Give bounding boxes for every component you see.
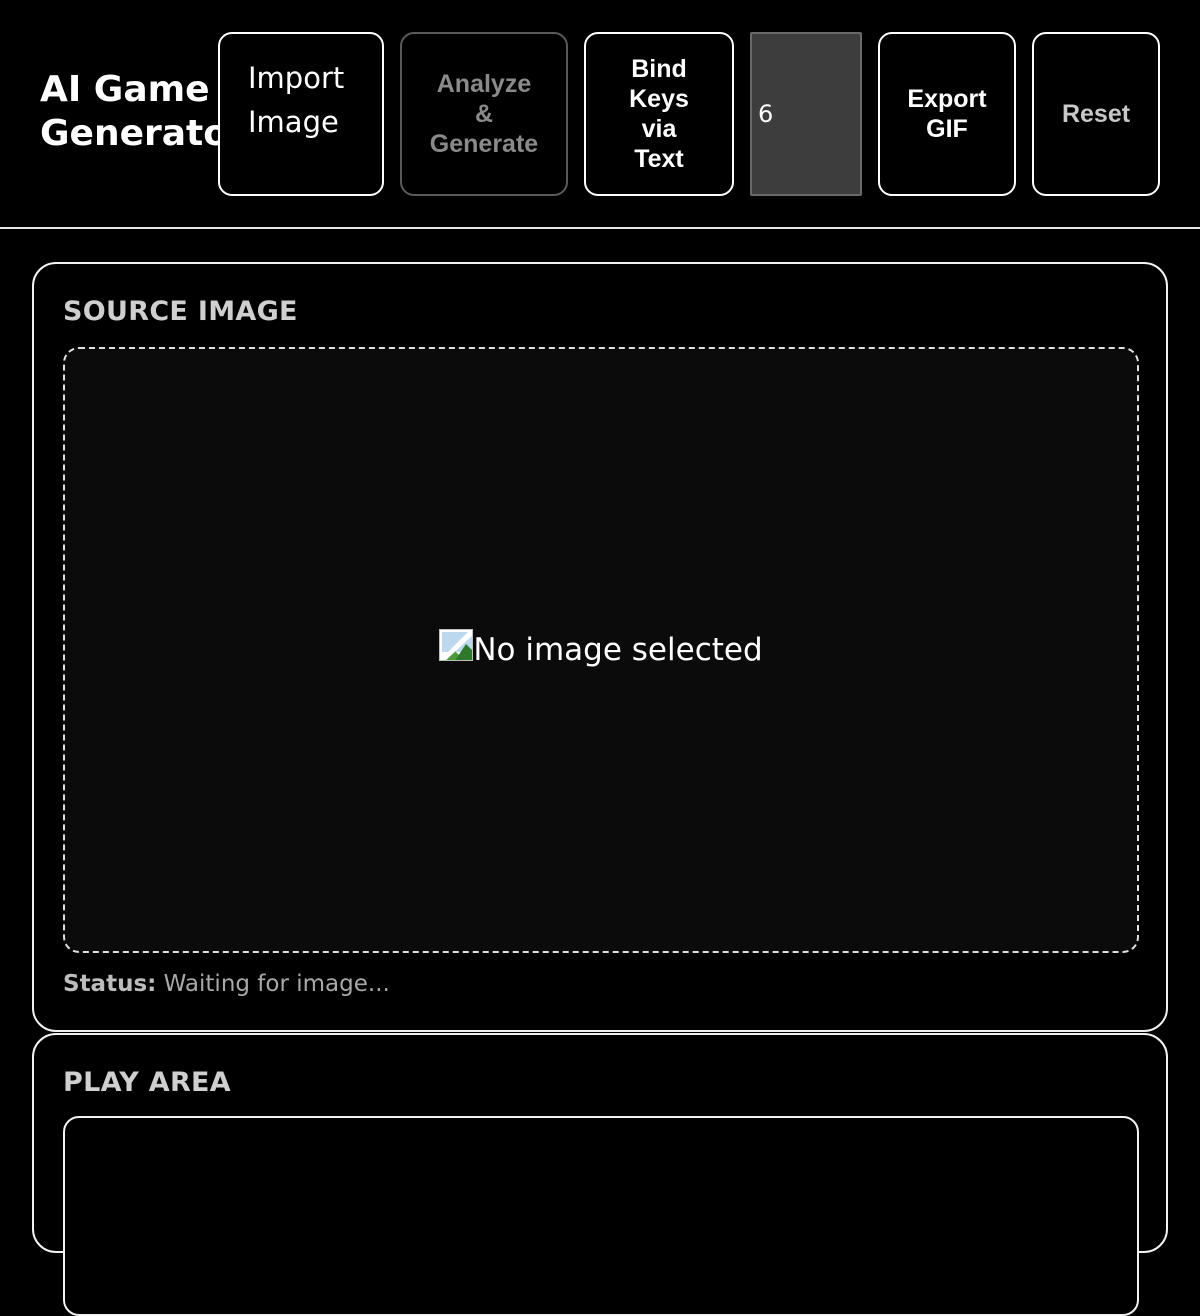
app-title: AI Game Generator — [40, 69, 220, 154]
status-label: Status: — [63, 971, 157, 997]
image-dropzone[interactable]: No image selected — [63, 347, 1139, 953]
import-image-button[interactable]: Import Image — [218, 32, 384, 196]
source-image-panel: SOURCE IMAGE No image selected Status: W… — [32, 262, 1168, 1032]
analyze-generate-button[interactable]: Analyze & Generate — [400, 32, 568, 196]
status-line: Status: Waiting for image... — [63, 971, 390, 997]
export-gif-button[interactable]: Export GIF — [878, 32, 1016, 196]
reset-button[interactable]: Reset — [1032, 32, 1160, 196]
play-area-panel: PLAY AREA — [32, 1033, 1168, 1316]
source-image-heading: SOURCE IMAGE — [63, 296, 298, 327]
count-input[interactable] — [750, 32, 862, 196]
no-image-text: No image selected — [473, 632, 763, 668]
image-preview: No image selected — [439, 629, 763, 668]
status-text: Waiting for image... — [163, 971, 390, 997]
play-area-heading: PLAY AREA — [63, 1067, 231, 1098]
broken-image-icon — [439, 629, 474, 661]
bind-keys-button[interactable]: Bind Keys via Text — [584, 32, 734, 196]
top-bar: AI Game Generator Import Image Analyze &… — [0, 0, 1200, 229]
play-canvas[interactable] — [63, 1116, 1139, 1316]
